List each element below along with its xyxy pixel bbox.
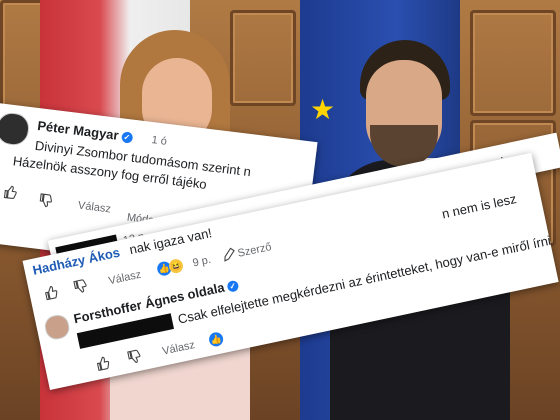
avatar[interactable]	[42, 312, 72, 342]
reply-link[interactable]: Válasz	[77, 200, 111, 216]
thumbs-up-icon[interactable]	[42, 284, 59, 301]
reply-link[interactable]: Válasz	[161, 339, 196, 358]
avatar[interactable]	[0, 111, 31, 147]
thumbs-down-icon[interactable]	[126, 349, 143, 366]
verified-badge-icon: ✓	[120, 131, 133, 144]
pen-icon	[224, 247, 235, 262]
verified-badge-icon: ✓	[226, 279, 240, 293]
comment-text-fragment: n nem is lesz	[440, 191, 518, 222]
thumbs-down-icon[interactable]	[72, 278, 89, 295]
comment-age[interactable]: 9 p.	[192, 254, 212, 270]
author-tag: Szerző	[236, 240, 273, 260]
thumbs-down-icon[interactable]	[38, 193, 54, 209]
reply-link[interactable]: Válasz	[107, 269, 142, 288]
comment-time[interactable]: 1 ó	[151, 134, 168, 148]
thumbs-up-icon[interactable]	[94, 355, 111, 372]
thumbs-up-icon[interactable]	[2, 184, 18, 200]
like-reaction-icon[interactable]: 👍	[207, 331, 225, 348]
